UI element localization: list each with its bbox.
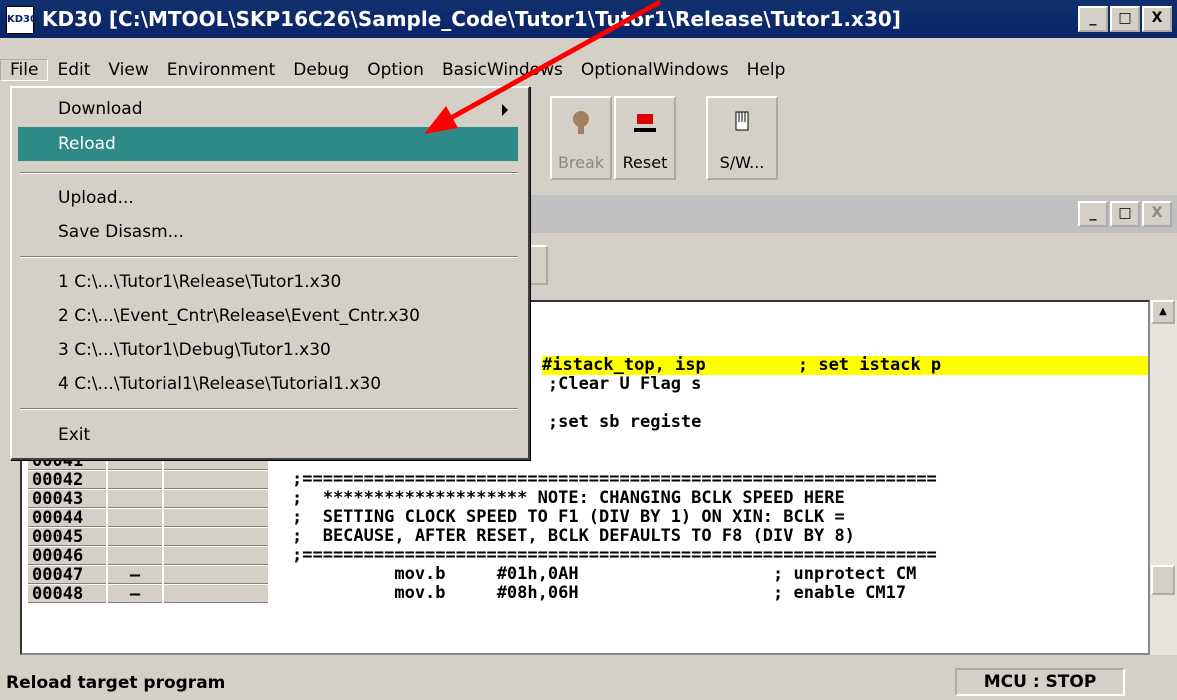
line-number: 00042 bbox=[28, 470, 106, 489]
child-close-button[interactable]: X bbox=[1142, 201, 1172, 227]
child-maximize-button[interactable]: □ bbox=[1110, 201, 1140, 227]
scroll-up-icon[interactable]: ▲ bbox=[1151, 300, 1175, 324]
close-button[interactable]: X bbox=[1142, 6, 1172, 32]
recent-file-2[interactable]: 2 C:\...\Event_Cntr\Release\Event_Cntr.x… bbox=[18, 299, 518, 333]
vertical-scrollbar[interactable]: ▲ bbox=[1150, 300, 1177, 655]
code-line: ; SETTING CLOCK SPEED TO F1 (DIV BY 1) O… bbox=[292, 507, 845, 527]
hand-icon bbox=[735, 111, 749, 131]
menu-item-download[interactable]: Download bbox=[18, 92, 518, 126]
sw-button[interactable]: S/W... bbox=[706, 96, 778, 180]
menu-item-reload-label: Reload bbox=[58, 134, 116, 154]
code-line: ; BECAUSE, AFTER RESET, BCLK DEFAULTS TO… bbox=[292, 526, 855, 546]
recent-file-3[interactable]: 3 C:\...\Tutor1\Debug\Tutor1.x30 bbox=[18, 333, 518, 367]
line-marker[interactable]: — bbox=[108, 565, 162, 584]
line-marker[interactable] bbox=[108, 546, 162, 565]
break-icon bbox=[573, 111, 589, 134]
menu-help[interactable]: Help bbox=[738, 60, 795, 80]
line-number: 00046 bbox=[28, 546, 106, 565]
recent-file-4[interactable]: 4 C:\...\Tutorial1\Release\Tutorial1.x30 bbox=[18, 367, 518, 401]
menu-basicwindows[interactable]: BasicWindows bbox=[433, 60, 572, 80]
mcu-status: MCU : STOP bbox=[955, 668, 1125, 696]
line-number: 00048 bbox=[28, 584, 106, 603]
recent-file-1[interactable]: 1 C:\...\Tutor1\Release\Tutor1.x30 bbox=[18, 265, 518, 299]
menu-item-exit[interactable]: Exit bbox=[18, 418, 518, 452]
child-minimize-button[interactable]: _ bbox=[1078, 201, 1108, 227]
line-marker[interactable] bbox=[108, 527, 162, 546]
menu-option[interactable]: Option bbox=[358, 60, 433, 80]
menu-optionalwindows[interactable]: OptionalWindows bbox=[572, 60, 738, 80]
line-address bbox=[164, 470, 268, 489]
code-line: mov.b #01h,0AH ; unprotect CM bbox=[292, 564, 917, 584]
line-address bbox=[164, 489, 268, 508]
menu-item-reload[interactable]: Reload bbox=[18, 127, 518, 161]
menu-bar: File Edit View Environment Debug Option … bbox=[0, 52, 1177, 88]
line-address bbox=[164, 584, 268, 603]
minimize-button[interactable]: _ bbox=[1078, 6, 1108, 32]
maximize-button[interactable]: □ bbox=[1110, 6, 1140, 32]
menu-debug[interactable]: Debug bbox=[284, 60, 358, 80]
break-label: Break bbox=[557, 153, 605, 172]
menu-environment[interactable]: Environment bbox=[158, 60, 285, 80]
window-title: KD30 [C:\MTOOL\SKP16C26\Sample_Code\Tuto… bbox=[42, 7, 901, 31]
reset-button[interactable]: Reset bbox=[614, 96, 676, 180]
line-marker[interactable]: — bbox=[108, 584, 162, 603]
status-message: Reload target program bbox=[6, 673, 226, 693]
recent-file-2-label: 2 C:\...\Event_Cntr\Release\Event_Cntr.x… bbox=[58, 306, 420, 326]
menu-file[interactable]: File bbox=[0, 59, 49, 81]
recent-file-1-label: 1 C:\...\Tutor1\Release\Tutor1.x30 bbox=[58, 272, 342, 292]
line-marker[interactable] bbox=[108, 489, 162, 508]
reset-label: Reset bbox=[622, 153, 668, 172]
line-address bbox=[164, 546, 268, 565]
menu-edit[interactable]: Edit bbox=[48, 60, 99, 80]
submenu-arrow-icon bbox=[502, 104, 508, 116]
line-number: 00044 bbox=[28, 508, 106, 527]
app-icon: KD30 bbox=[6, 6, 37, 34]
menu-view[interactable]: View bbox=[99, 60, 157, 80]
title-bar: KD30 KD30 [C:\MTOOL\SKP16C26\Sample_Code… bbox=[0, 0, 1177, 38]
line-marker[interactable] bbox=[108, 470, 162, 489]
scroll-thumb[interactable] bbox=[1151, 565, 1175, 595]
menu-item-upload-label: Upload... bbox=[58, 188, 134, 208]
menu-separator bbox=[20, 408, 518, 410]
line-address bbox=[164, 527, 268, 546]
line-address bbox=[164, 565, 268, 584]
menu-item-upload[interactable]: Upload... bbox=[18, 181, 518, 215]
menu-separator bbox=[20, 256, 518, 258]
menu-item-exit-label: Exit bbox=[58, 425, 91, 445]
menu-item-save-disasm[interactable]: Save Disasm... bbox=[18, 215, 518, 249]
line-number: 00047 bbox=[28, 565, 106, 584]
code-line: ;=======================================… bbox=[292, 469, 937, 489]
recent-file-3-label: 3 C:\...\Tutor1\Debug\Tutor1.x30 bbox=[58, 340, 331, 360]
code-line: ; ******************** NOTE: CHANGING BC… bbox=[292, 488, 845, 508]
child-window-title-bar: _ □ X bbox=[510, 195, 1177, 233]
sw-label: S/W... bbox=[719, 153, 765, 172]
highlighted-code-line: #istack_top, isp ; set istack p bbox=[542, 356, 1148, 375]
menu-separator bbox=[20, 172, 518, 174]
reset-icon bbox=[634, 114, 656, 132]
menu-item-download-label: Download bbox=[58, 99, 143, 119]
line-number: 00045 bbox=[28, 527, 106, 546]
menu-item-save-disasm-label: Save Disasm... bbox=[58, 222, 184, 242]
status-bar: Reload target program MCU : STOP bbox=[0, 665, 1177, 700]
line-address bbox=[164, 508, 268, 527]
code-line: ;=======================================… bbox=[292, 545, 937, 565]
recent-file-4-label: 4 C:\...\Tutorial1\Release\Tutorial1.x30 bbox=[58, 374, 382, 394]
file-menu-dropdown: Download Reload Upload... Save Disasm...… bbox=[10, 86, 530, 460]
line-marker[interactable] bbox=[108, 508, 162, 527]
break-button[interactable]: Break bbox=[550, 96, 612, 180]
line-number: 00043 bbox=[28, 489, 106, 508]
code-line: mov.b #08h,06H ; enable CM17 bbox=[292, 583, 907, 603]
